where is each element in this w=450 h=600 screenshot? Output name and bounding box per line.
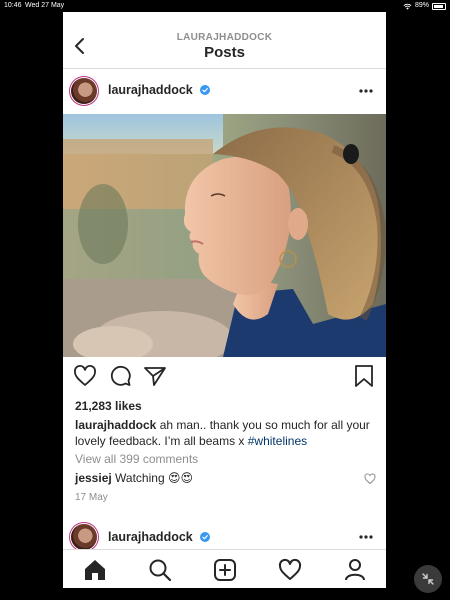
search-icon[interactable] xyxy=(148,558,172,582)
avatar[interactable] xyxy=(71,78,97,104)
post-header: laurajhaddock xyxy=(63,69,386,113)
next-post-avatar[interactable] xyxy=(71,524,97,550)
post-actions xyxy=(63,364,386,388)
page-title: Posts xyxy=(204,44,245,61)
caption-hashtag[interactable]: #whitelines xyxy=(248,434,307,448)
comment-icon[interactable] xyxy=(108,364,132,388)
status-time: 10:46 xyxy=(4,2,22,9)
comment-heart-icon[interactable] xyxy=(364,473,376,485)
more-options-icon[interactable] xyxy=(358,88,374,94)
status-right: 89% xyxy=(403,0,446,12)
caption-username[interactable]: laurajhaddock xyxy=(75,418,156,432)
bottom-tab-bar xyxy=(63,549,386,588)
paper-plane-icon[interactable] xyxy=(143,364,167,388)
minimize-button[interactable] xyxy=(414,565,442,593)
battery-icon xyxy=(432,2,446,10)
nav-username: LAURAJHADDOCK xyxy=(176,32,273,43)
status-date: Wed 27 May xyxy=(25,2,65,9)
comment-username[interactable]: jessiej xyxy=(75,471,112,485)
profile-icon[interactable] xyxy=(343,558,367,582)
view-all-comments-link[interactable]: View all 399 comments xyxy=(75,452,198,466)
heart-icon[interactable] xyxy=(73,364,97,388)
instagram-app: LAURAJHADDOCK Posts laurajhaddock 21,283… xyxy=(63,12,386,588)
verified-badge-icon xyxy=(200,85,210,95)
next-post-header: laurajhaddock xyxy=(63,517,386,553)
collapse-arrows-icon xyxy=(422,573,434,585)
likes-count[interactable]: 21,283 likes xyxy=(75,399,142,413)
post-username[interactable]: laurajhaddock xyxy=(108,83,193,97)
status-bar: 10:46 Wed 27 May 89% xyxy=(0,0,450,12)
post-date: 17 May xyxy=(75,492,108,503)
more-options-icon[interactable] xyxy=(358,534,374,540)
post-caption: laurajhaddock ah man.. thank you so much… xyxy=(75,417,375,449)
comment-text: Watching 😍😍 xyxy=(111,471,193,485)
bookmark-icon[interactable] xyxy=(352,364,376,388)
wifi-icon xyxy=(403,3,412,10)
verified-badge-icon xyxy=(200,532,210,542)
comment-row: jessiej Watching 😍😍 xyxy=(75,471,193,485)
activity-heart-icon[interactable] xyxy=(278,558,302,582)
battery-percent: 89% xyxy=(414,2,429,9)
nav-header: LAURAJHADDOCK Posts xyxy=(63,12,386,69)
home-icon[interactable] xyxy=(83,558,107,582)
next-post-username[interactable]: laurajhaddock xyxy=(108,530,193,544)
add-post-icon[interactable] xyxy=(213,558,237,582)
post-photo[interactable] xyxy=(63,114,386,357)
